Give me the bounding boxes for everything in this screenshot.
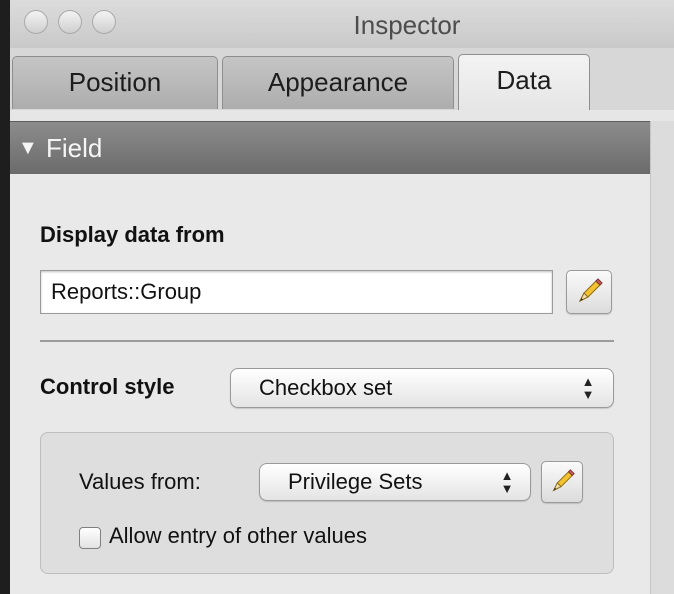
tab-position[interactable]: Position xyxy=(12,56,218,109)
updown-arrows-icon: ▲ ▼ xyxy=(581,374,595,402)
values-from-label: Values from: xyxy=(79,469,201,494)
values-from-value: Privilege Sets xyxy=(288,469,423,494)
desktop-edge xyxy=(0,0,10,594)
updown-arrows-icon: ▲ ▼ xyxy=(500,468,514,496)
values-group-box: Values from: Privilege Sets ▲ ▼ Allow ent… xyxy=(40,432,614,574)
edit-values-button[interactable] xyxy=(541,461,583,503)
display-data-field[interactable]: Reports::Group xyxy=(40,270,553,314)
field-section-content: Display data from Reports::Group Control… xyxy=(10,174,650,594)
section-title: Field xyxy=(46,133,103,163)
edit-display-data-button[interactable] xyxy=(566,270,612,314)
pencil-icon xyxy=(578,278,603,303)
field-section-header[interactable]: ▼ Field xyxy=(10,121,650,175)
tab-bar: Position Appearance Data xyxy=(10,48,674,110)
divider xyxy=(40,340,614,342)
inspector-window: Inspector Position Appearance Data ▼ Fie… xyxy=(10,0,674,594)
triangle-down-icon[interactable]: ▼ xyxy=(18,122,38,174)
allow-entry-label: Allow entry of other values xyxy=(109,523,368,548)
pencil-icon xyxy=(552,469,575,492)
control-style-label: Control style xyxy=(40,374,175,399)
title-bar: Inspector xyxy=(10,0,674,49)
display-data-label: Display data from xyxy=(40,222,225,247)
control-style-value: Checkbox set xyxy=(259,375,393,400)
tab-data[interactable]: Data xyxy=(458,54,590,110)
values-from-popup[interactable]: Privilege Sets ▲ ▼ xyxy=(259,463,531,501)
scrollbar-gutter xyxy=(650,121,674,594)
window-title: Inspector xyxy=(353,10,461,40)
tab-appearance[interactable]: Appearance xyxy=(222,56,454,109)
allow-entry-checkbox[interactable] xyxy=(79,527,101,549)
control-style-popup[interactable]: Checkbox set ▲ ▼ xyxy=(230,368,614,408)
